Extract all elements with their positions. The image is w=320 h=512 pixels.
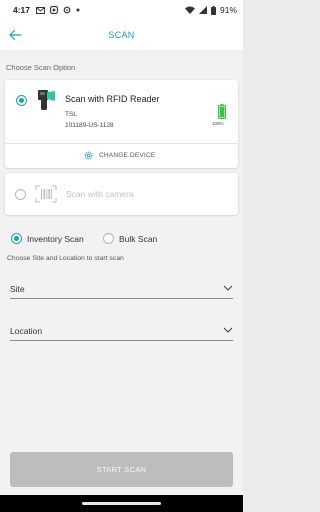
battery-status-icon bbox=[210, 5, 216, 15]
camera-option-radio[interactable] bbox=[15, 189, 26, 200]
chevron-down-icon bbox=[223, 327, 233, 333]
system-navigation-bar bbox=[0, 495, 243, 512]
inventory-scan-option[interactable]: Inventory Scan bbox=[11, 232, 84, 245]
status-notification-icons bbox=[36, 6, 80, 14]
battery-percent-text: 91% bbox=[219, 5, 237, 15]
camera-option-label: Scan with camera bbox=[66, 189, 134, 199]
wifi-icon bbox=[184, 6, 195, 14]
card-divider bbox=[5, 143, 238, 144]
location-select-label: Location bbox=[10, 325, 43, 336]
change-device-button[interactable]: CHANGE DEVICE bbox=[84, 148, 155, 162]
rfid-reader-name: Scan with RFID Reader bbox=[65, 94, 160, 104]
lens-icon bbox=[50, 6, 58, 14]
location-select[interactable]: Location bbox=[10, 321, 233, 341]
start-scan-button[interactable]: START SCAN bbox=[10, 452, 233, 487]
bulk-scan-label: Bulk Scan bbox=[119, 233, 158, 244]
rfid-reader-brand: TSL bbox=[65, 111, 77, 118]
rfid-reader-serial: 101189-US-1128 bbox=[65, 122, 114, 129]
status-bar: 4:17 91% bbox=[0, 0, 243, 20]
rfid-reader-icon bbox=[38, 90, 55, 110]
inventory-scan-radio[interactable] bbox=[11, 233, 22, 244]
gmail-icon bbox=[36, 6, 46, 14]
app-bar: SCAN bbox=[0, 20, 243, 50]
site-select[interactable]: Site bbox=[10, 279, 233, 299]
rfid-option-radio[interactable] bbox=[16, 95, 27, 106]
choose-scan-option-label: Choose Scan Option bbox=[6, 63, 76, 72]
barcode-scan-icon bbox=[35, 185, 57, 203]
chevron-down-icon bbox=[223, 285, 233, 291]
inventory-scan-label: Inventory Scan bbox=[27, 233, 84, 244]
device-battery-icon bbox=[218, 104, 226, 119]
home-gesture-handle[interactable] bbox=[82, 502, 161, 505]
rfid-reader-option-card[interactable]: Scan with RFID Reader TSL 101189-US-1128… bbox=[5, 80, 238, 168]
camera-option-card[interactable]: Scan with camera bbox=[5, 173, 238, 215]
bulk-scan-radio[interactable] bbox=[103, 233, 114, 244]
cellular-signal-icon bbox=[198, 6, 207, 14]
bulk-scan-option[interactable]: Bulk Scan bbox=[103, 232, 157, 245]
site-location-hint: Choose Site and Location to start scan bbox=[7, 255, 124, 262]
status-time: 4:17 bbox=[13, 5, 31, 15]
settings-gear-icon bbox=[84, 151, 93, 159]
settings-icon bbox=[63, 6, 71, 14]
site-select-label: Site bbox=[10, 283, 25, 294]
change-device-label: CHANGE DEVICE bbox=[99, 151, 156, 159]
dot-icon bbox=[76, 8, 80, 12]
page-title: SCAN bbox=[108, 30, 135, 40]
device-battery-percent: 100% bbox=[212, 121, 224, 126]
back-arrow-icon[interactable] bbox=[8, 28, 22, 42]
